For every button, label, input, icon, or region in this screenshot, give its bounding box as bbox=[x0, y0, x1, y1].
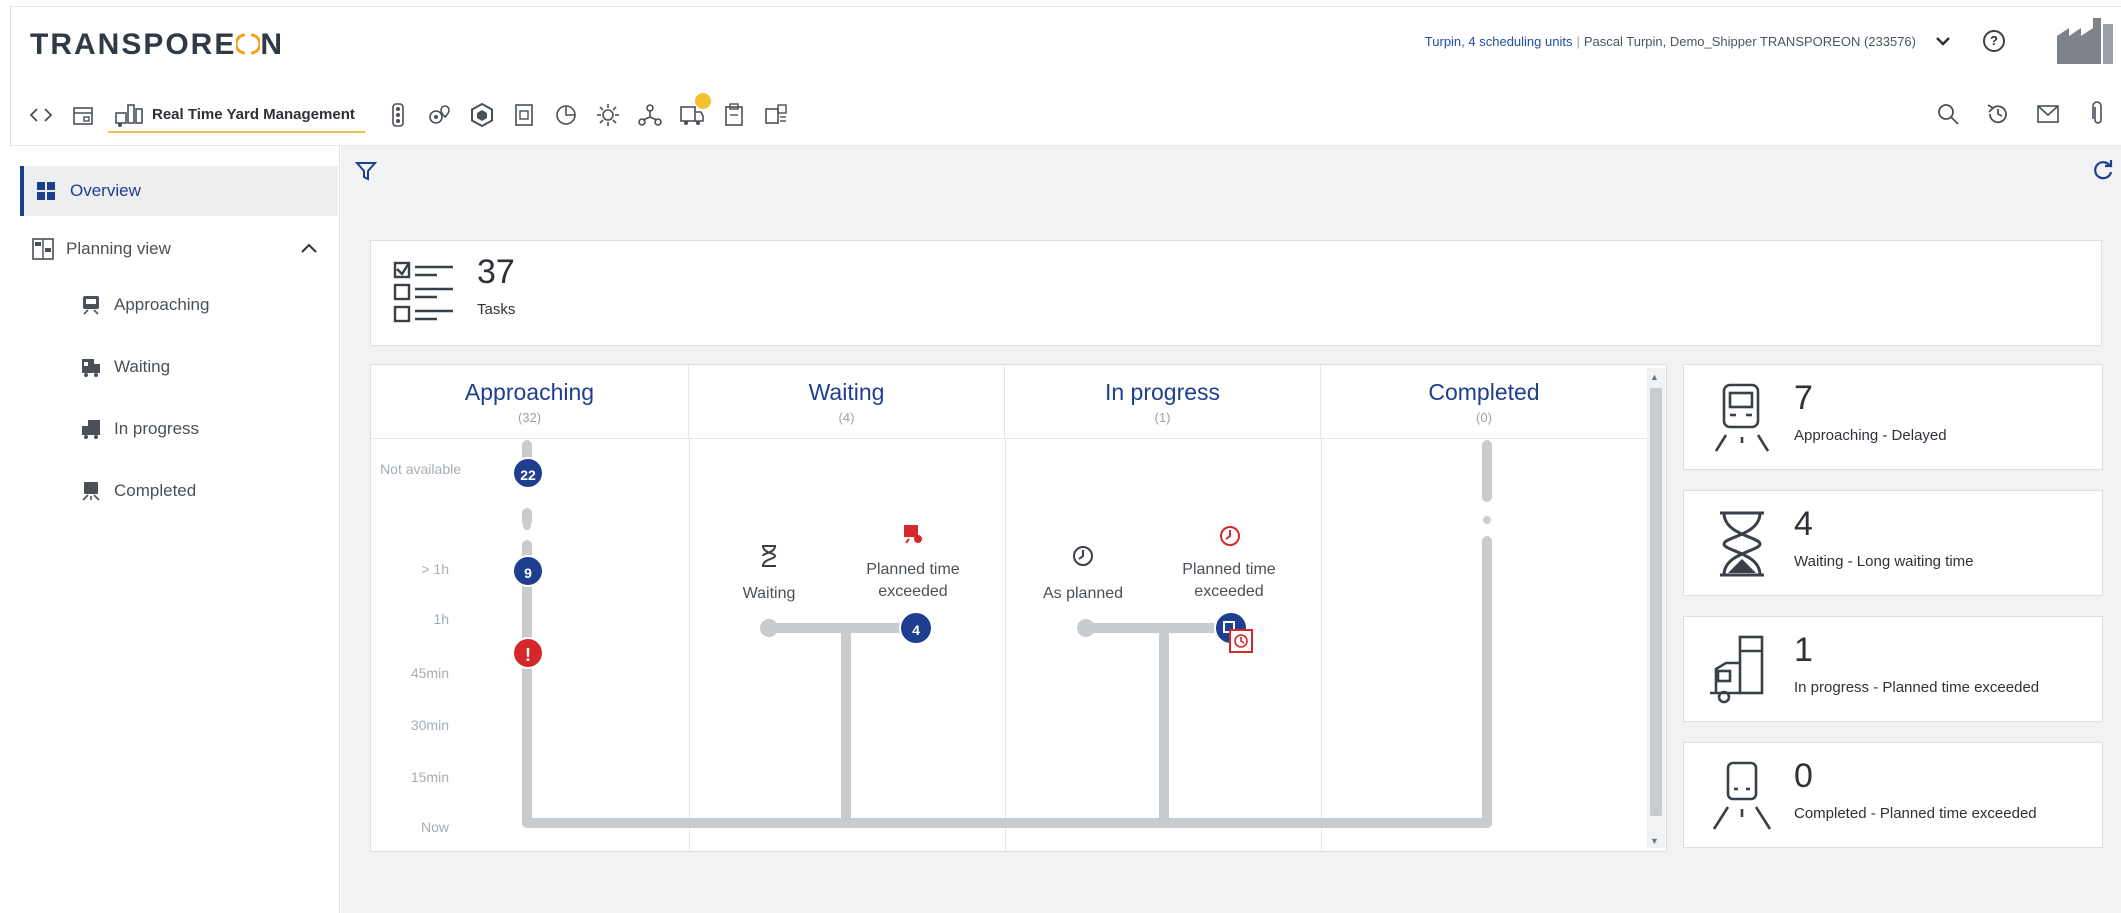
hourglass-icon bbox=[762, 545, 777, 567]
sidebar-item-completed[interactable]: Completed bbox=[80, 480, 196, 502]
truck-departing-icon bbox=[1712, 761, 1772, 830]
scrollbar-thumb[interactable] bbox=[1650, 388, 1662, 816]
as-planned-label: As planned bbox=[1042, 585, 1124, 602]
tasks-card[interactable]: 37 Tasks bbox=[370, 240, 2102, 346]
kpi-waiting-long[interactable]: 4 Waiting - Long waiting time bbox=[1683, 490, 2103, 596]
truck-unloading-icon bbox=[1710, 635, 1764, 704]
logo-o-icon bbox=[236, 33, 261, 55]
company-logo bbox=[2055, 14, 2115, 66]
waiting-late-label: Planned time exceeded bbox=[866, 561, 960, 600]
location-settings-icon[interactable] bbox=[419, 97, 461, 133]
chevron-up-icon[interactable] bbox=[300, 238, 318, 259]
badge-over-1h[interactable]: 9 bbox=[512, 555, 544, 587]
scheduling-units-link[interactable]: Turpin, 4 scheduling units bbox=[1425, 34, 1573, 49]
truck-front-icon bbox=[1714, 383, 1770, 452]
clipboard-icon[interactable] bbox=[713, 97, 755, 133]
clock-alert-icon bbox=[1220, 526, 1240, 546]
toolbar-right bbox=[1931, 96, 2115, 132]
mail-icon[interactable] bbox=[2031, 96, 2065, 132]
pie-chart-icon[interactable] bbox=[545, 97, 587, 133]
search-icon[interactable] bbox=[1931, 96, 1965, 132]
clock-icon bbox=[1073, 546, 1093, 566]
badge-not-available[interactable]: 22 bbox=[512, 457, 544, 489]
time-exceeded-icon bbox=[1229, 629, 1253, 653]
module-toolbar: Real Time Yard Management bbox=[20, 92, 797, 138]
user-info[interactable]: Turpin, 4 scheduling units | Pascal Turpin… bbox=[1425, 34, 1916, 49]
planning-board-icon bbox=[32, 238, 54, 260]
truck-document-icon[interactable] bbox=[671, 93, 713, 133]
kpi-completed-exceeded[interactable]: 0 Completed - Planned time exceeded bbox=[1683, 742, 2103, 848]
tab-real-time-yard-management[interactable]: Real Time Yard Management bbox=[108, 97, 365, 133]
network-icon[interactable] bbox=[629, 97, 671, 133]
chevron-down-icon[interactable] bbox=[1935, 34, 1951, 50]
yard-icon bbox=[115, 104, 143, 127]
report-document-icon[interactable] bbox=[503, 97, 545, 133]
kpi-approaching-delayed[interactable]: 7 Approaching - Delayed bbox=[1683, 364, 2103, 470]
sidebar: Overview Planning view Approaching Waiti… bbox=[10, 146, 340, 913]
truck-front-icon bbox=[83, 296, 99, 315]
tasks-label: Tasks bbox=[477, 301, 516, 318]
sidebar-item-in-progress[interactable]: In progress bbox=[80, 418, 199, 440]
sidebar-item-waiting[interactable]: Waiting bbox=[80, 356, 170, 378]
grid-icon bbox=[37, 182, 55, 200]
sidebar-item-approaching[interactable]: Approaching bbox=[80, 294, 209, 316]
status-flow-panel: Approaching (32) Waiting (4) In progress… bbox=[370, 364, 1667, 852]
truck-loading-icon bbox=[82, 420, 100, 439]
sidebar-item-overview[interactable]: Overview bbox=[20, 166, 338, 216]
sun-settings-icon[interactable] bbox=[587, 97, 629, 133]
task-list-icon bbox=[393, 261, 453, 323]
alert-badge[interactable]: ! bbox=[512, 637, 544, 669]
traffic-light-icon[interactable] bbox=[377, 97, 419, 133]
truck-alert-icon bbox=[904, 525, 922, 544]
badge-waiting-late[interactable]: 4 bbox=[899, 611, 933, 645]
refresh-icon[interactable] bbox=[2091, 158, 2115, 189]
transporeon-logo: TRANSPORE N bbox=[30, 28, 285, 61]
scroll-up-icon[interactable]: ▲ bbox=[1650, 372, 1659, 382]
truck-list-icon[interactable] bbox=[755, 97, 797, 133]
truck-waiting-icon bbox=[82, 359, 100, 377]
hourglass-icon bbox=[1720, 511, 1764, 577]
notification-dot bbox=[694, 93, 711, 109]
kpi-in-progress-exceeded[interactable]: 1 In progress - Planned time exceeded bbox=[1683, 616, 2103, 722]
user-detail: Pascal Turpin, Demo_Shipper TRANSPOREON … bbox=[1583, 34, 1916, 49]
scroll-down-icon[interactable]: ▼ bbox=[1650, 836, 1659, 846]
sidebar-item-planning-view[interactable]: Planning view bbox=[32, 238, 171, 260]
hexagon-icon[interactable] bbox=[461, 97, 503, 133]
tasks-count: 37 bbox=[477, 253, 515, 291]
truck-departing-icon bbox=[82, 482, 100, 501]
waiting-label: Waiting bbox=[742, 585, 796, 602]
help-icon[interactable]: ? bbox=[1983, 30, 2005, 52]
arrows-swap-icon[interactable] bbox=[20, 97, 62, 133]
history-icon[interactable] bbox=[1981, 96, 2015, 132]
in-progress-late-label: Planned time exceeded bbox=[1182, 561, 1276, 600]
flow-tracks bbox=[522, 440, 1492, 828]
attachment-icon[interactable] bbox=[2081, 96, 2115, 132]
filter-icon[interactable] bbox=[354, 160, 379, 184]
calendar-icon[interactable] bbox=[62, 97, 104, 133]
